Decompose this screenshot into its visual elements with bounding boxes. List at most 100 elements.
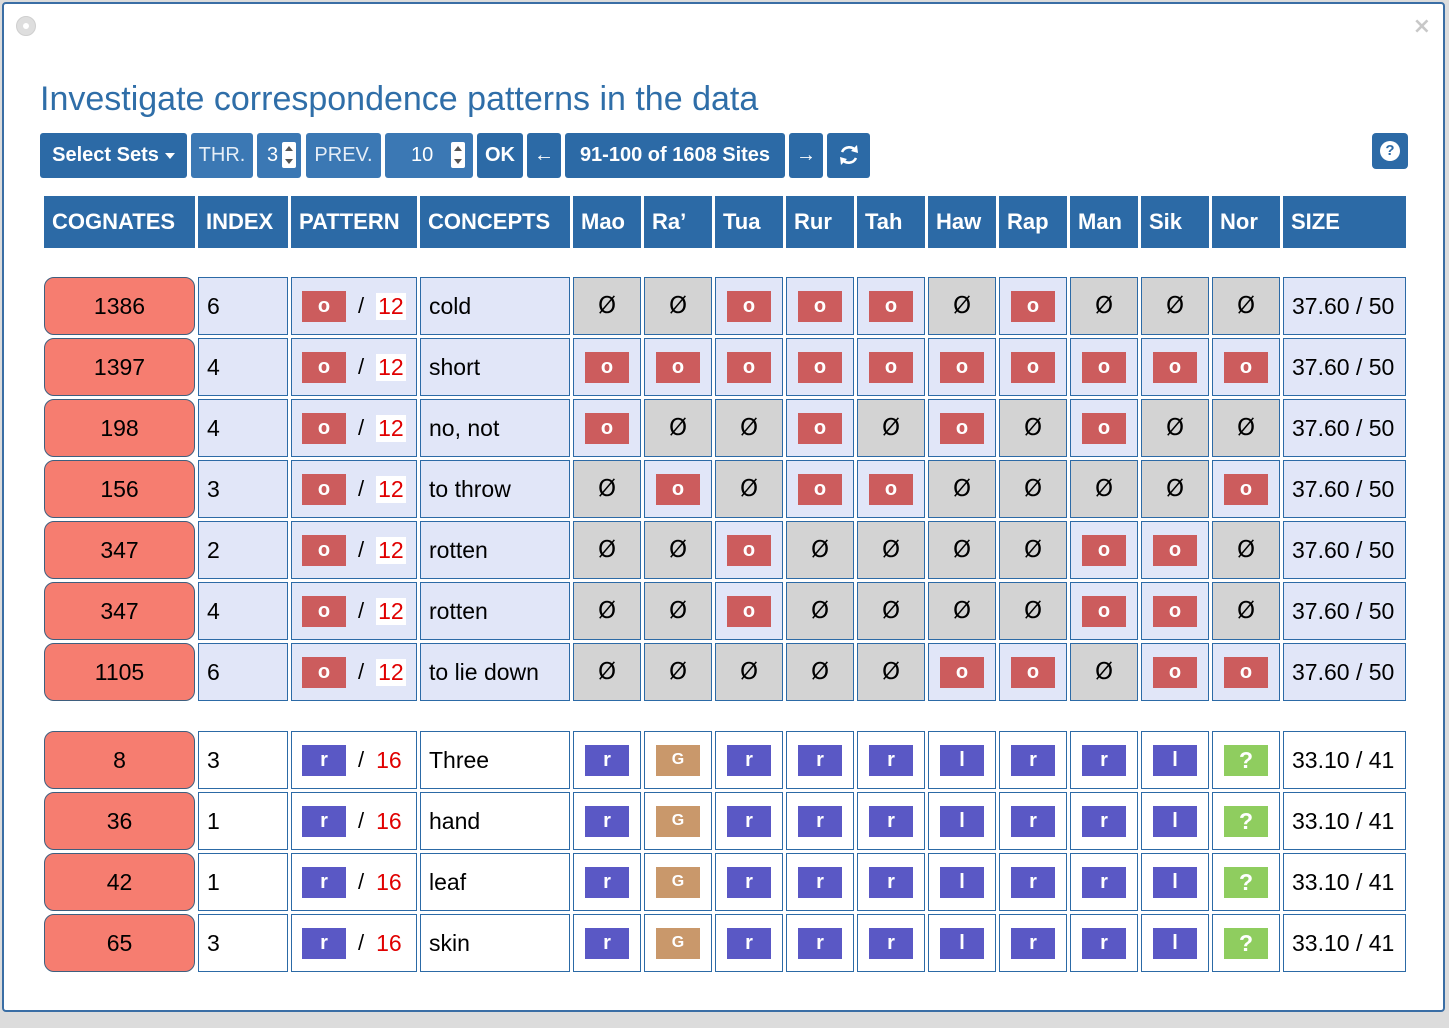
token-badge[interactable]: r: [302, 805, 346, 837]
site-cell[interactable]: l: [928, 914, 996, 972]
column-header[interactable]: INDEX: [198, 196, 288, 248]
token-badge[interactable]: o: [869, 473, 913, 505]
token-badge[interactable]: o: [727, 595, 771, 627]
site-cell[interactable]: Ø: [857, 582, 925, 640]
token-badge[interactable]: r: [798, 805, 842, 837]
prev-stepper-icon[interactable]: [451, 142, 465, 168]
token-badge[interactable]: G: [656, 805, 700, 837]
site-cell[interactable]: r: [715, 853, 783, 911]
site-cell[interactable]: ?: [1212, 792, 1280, 850]
token-badge[interactable]: r: [869, 927, 913, 959]
site-cell[interactable]: Ø: [715, 399, 783, 457]
token-badge[interactable]: o: [1153, 656, 1197, 688]
site-cell[interactable]: o: [1070, 399, 1138, 457]
thr-stepper-icon[interactable]: [282, 142, 296, 168]
site-cell[interactable]: r: [857, 914, 925, 972]
token-badge[interactable]: r: [1011, 805, 1055, 837]
token-badge[interactable]: o: [1153, 595, 1197, 627]
token-badge[interactable]: G: [656, 866, 700, 898]
site-cell[interactable]: o: [928, 338, 996, 396]
token-badge[interactable]: o: [302, 534, 346, 566]
column-header[interactable]: COGNATES: [44, 196, 195, 248]
token-badge[interactable]: o: [940, 351, 984, 383]
site-cell[interactable]: Ø: [644, 521, 712, 579]
close-icon[interactable]: ×: [1413, 14, 1431, 39]
token-badge[interactable]: l: [940, 866, 984, 898]
site-cell[interactable]: o: [715, 582, 783, 640]
site-cell[interactable]: ?: [1212, 853, 1280, 911]
site-cell[interactable]: Ø: [573, 582, 641, 640]
site-cell[interactable]: Ø: [928, 277, 996, 335]
token-badge[interactable]: o: [1153, 351, 1197, 383]
site-cell[interactable]: l: [1141, 853, 1209, 911]
site-cell[interactable]: Ø: [715, 643, 783, 701]
site-cell[interactable]: r: [573, 853, 641, 911]
site-cell[interactable]: r: [1070, 792, 1138, 850]
site-cell[interactable]: o: [1141, 338, 1209, 396]
token-badge[interactable]: r: [798, 744, 842, 776]
token-badge[interactable]: o: [798, 473, 842, 505]
column-header[interactable]: Tua: [715, 196, 783, 248]
site-cell[interactable]: o: [715, 277, 783, 335]
refresh-button[interactable]: [827, 133, 870, 178]
token-badge[interactable]: r: [585, 805, 629, 837]
thr-input[interactable]: 3: [257, 133, 301, 178]
site-cell[interactable]: r: [786, 853, 854, 911]
site-cell[interactable]: Ø: [786, 521, 854, 579]
site-cell[interactable]: Ø: [573, 277, 641, 335]
site-cell[interactable]: r: [999, 792, 1067, 850]
token-badge[interactable]: o: [869, 351, 913, 383]
token-badge[interactable]: o: [940, 656, 984, 688]
column-header[interactable]: Rap: [999, 196, 1067, 248]
token-badge[interactable]: l: [1153, 866, 1197, 898]
site-cell[interactable]: Ø: [999, 582, 1067, 640]
site-cell[interactable]: Ø: [928, 521, 996, 579]
token-badge[interactable]: o: [727, 351, 771, 383]
site-cell[interactable]: o: [928, 399, 996, 457]
site-cell[interactable]: Ø: [644, 582, 712, 640]
site-cell[interactable]: r: [999, 731, 1067, 789]
token-badge[interactable]: ?: [1224, 805, 1268, 837]
token-badge[interactable]: o: [727, 290, 771, 322]
token-badge[interactable]: l: [940, 805, 984, 837]
token-badge[interactable]: r: [798, 927, 842, 959]
site-cell[interactable]: r: [999, 853, 1067, 911]
column-header[interactable]: Rur: [786, 196, 854, 248]
site-cell[interactable]: r: [573, 792, 641, 850]
site-cell[interactable]: r: [999, 914, 1067, 972]
column-header[interactable]: Sik: [1141, 196, 1209, 248]
cognate-button[interactable]: 65: [44, 914, 195, 972]
site-cell[interactable]: r: [715, 914, 783, 972]
site-cell[interactable]: Ø: [573, 460, 641, 518]
site-cell[interactable]: o: [1070, 338, 1138, 396]
site-cell[interactable]: Ø: [1212, 521, 1280, 579]
site-cell[interactable]: o: [786, 338, 854, 396]
token-badge[interactable]: o: [798, 412, 842, 444]
column-header[interactable]: CONCEPTS: [420, 196, 570, 248]
site-cell[interactable]: Ø: [1141, 460, 1209, 518]
site-cell[interactable]: Ø: [999, 399, 1067, 457]
token-badge[interactable]: l: [1153, 927, 1197, 959]
column-header[interactable]: Mao: [573, 196, 641, 248]
token-badge[interactable]: o: [302, 473, 346, 505]
site-cell[interactable]: l: [1141, 731, 1209, 789]
column-header[interactable]: PATTERN: [291, 196, 417, 248]
token-badge[interactable]: r: [302, 744, 346, 776]
token-badge[interactable]: r: [585, 866, 629, 898]
token-badge[interactable]: r: [1082, 744, 1126, 776]
site-cell[interactable]: o: [857, 338, 925, 396]
token-badge[interactable]: o: [585, 412, 629, 444]
site-cell[interactable]: o: [928, 643, 996, 701]
column-header[interactable]: Haw: [928, 196, 996, 248]
token-badge[interactable]: o: [798, 290, 842, 322]
site-cell[interactable]: Ø: [786, 643, 854, 701]
token-badge[interactable]: r: [869, 805, 913, 837]
token-badge[interactable]: o: [656, 351, 700, 383]
token-badge[interactable]: o: [585, 351, 629, 383]
token-badge[interactable]: r: [585, 744, 629, 776]
site-cell[interactable]: r: [786, 731, 854, 789]
token-badge[interactable]: l: [940, 744, 984, 776]
token-badge[interactable]: o: [302, 290, 346, 322]
token-badge[interactable]: o: [1224, 656, 1268, 688]
site-cell[interactable]: r: [857, 792, 925, 850]
